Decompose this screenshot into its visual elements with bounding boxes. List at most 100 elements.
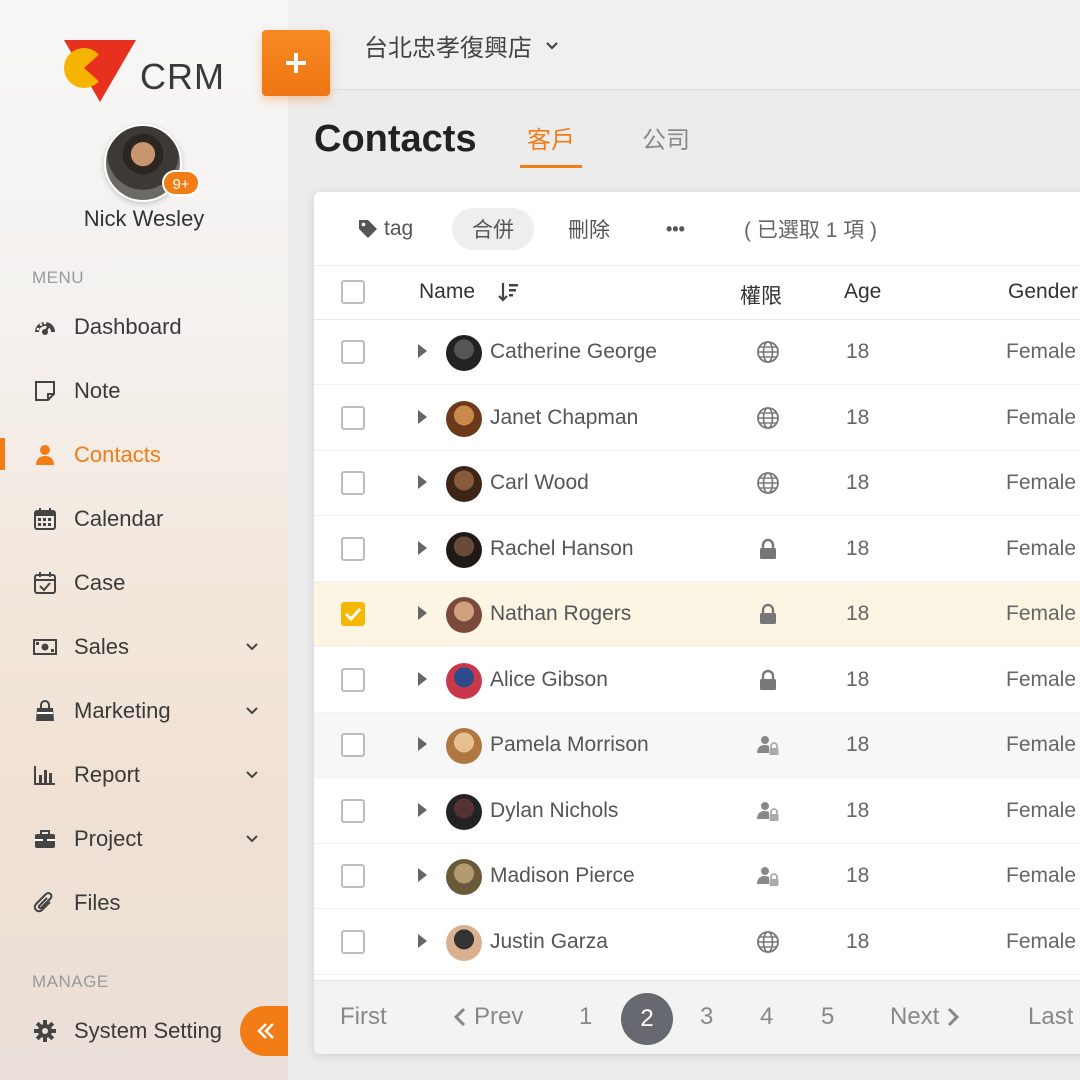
contact-name[interactable]: Catherine George [490, 340, 657, 364]
column-header-name[interactable]: Name [419, 280, 475, 304]
expand-row-icon[interactable] [418, 409, 427, 424]
merge-button[interactable]: 合併 [452, 208, 534, 250]
row-checkbox[interactable] [341, 864, 365, 888]
contact-name[interactable]: Carl Wood [490, 471, 589, 495]
tag-button[interactable]: tag [358, 208, 413, 250]
contact-name[interactable]: Nathan Rogers [490, 602, 631, 626]
contact-name[interactable]: Dylan Nichols [490, 799, 618, 823]
sidebar-item-sales[interactable]: Sales [0, 622, 288, 672]
chevron-down-icon[interactable] [244, 639, 260, 655]
sidebar-item-project[interactable]: Project [0, 814, 288, 864]
row-checkbox[interactable] [341, 471, 365, 495]
manage-section-label: MANAGE [32, 972, 109, 991]
page-3-button[interactable]: 3 [700, 1003, 713, 1031]
contact-age: 18 [846, 602, 870, 625]
delete-button[interactable]: 刪除 [568, 208, 610, 250]
row-checkbox[interactable] [341, 405, 365, 430]
sidebar-item-dashboard[interactable]: Dashboard [0, 302, 288, 352]
column-header-gender[interactable]: Gender [1008, 280, 1078, 304]
expand-row-icon[interactable] [418, 540, 427, 555]
sidebar-item-calendar[interactable]: Calendar [0, 494, 288, 544]
table-row[interactable]: Alice Gibson 18 Female [314, 648, 1080, 713]
person-icon [32, 442, 58, 468]
expand-row-icon[interactable] [418, 737, 427, 751]
sidebar-item-note[interactable]: Note [0, 366, 288, 416]
contact-name[interactable]: Rachel Hanson [490, 537, 634, 561]
contact-name[interactable]: Pamela Morrison [490, 733, 649, 757]
row-checkbox[interactable] [341, 340, 365, 364]
chevron-down-icon[interactable] [244, 831, 260, 847]
page-4-button[interactable]: 4 [760, 1003, 773, 1031]
app-logo[interactable]: CRM [62, 38, 242, 108]
table-row[interactable]: Carl Wood 18 Female [314, 451, 1080, 516]
avatar [446, 400, 482, 437]
page-2-button[interactable]: 2 [621, 993, 673, 1045]
sidebar-item-files[interactable]: Files [0, 878, 288, 928]
table-row[interactable]: Catherine George 18 Female [314, 320, 1080, 385]
table-row[interactable]: Rachel Hanson 18 Female [314, 517, 1080, 582]
sidebar-item-report[interactable]: Report [0, 750, 288, 800]
sidebar-item-marketing[interactable]: Marketing [0, 686, 288, 736]
contact-age: 18 [846, 340, 870, 363]
page-1-button[interactable]: 1 [579, 1003, 592, 1031]
table-row[interactable]: Justin Garza 18 Female [314, 910, 1080, 975]
row-checkbox[interactable] [341, 798, 365, 823]
page-prev-button[interactable]: Prev [452, 1003, 523, 1031]
table-row[interactable]: Janet Chapman 18 Female [314, 386, 1080, 451]
expand-row-icon[interactable] [418, 606, 427, 620]
pagination: First Prev 1 2 3 4 5 Next Last [314, 980, 1080, 1054]
expand-row-icon[interactable] [418, 671, 427, 686]
store-select[interactable]: 台北忠孝復興店 [364, 28, 560, 63]
chevron-down-icon[interactable] [244, 767, 260, 783]
contact-name[interactable]: Alice Gibson [490, 668, 608, 692]
table-row[interactable]: Madison Pierce 18 Female [314, 844, 1080, 909]
table-header: Name 權限 Age Gender [314, 266, 1080, 320]
row-checkbox[interactable] [341, 602, 365, 626]
page-first-button[interactable]: First [340, 1003, 387, 1031]
contact-name[interactable]: Madison Pierce [490, 864, 635, 888]
page-next-button[interactable]: Next [890, 1003, 961, 1031]
row-checkbox[interactable] [341, 667, 365, 692]
briefcase-icon [32, 826, 58, 852]
row-checkbox[interactable] [341, 536, 365, 561]
table-row[interactable]: Nathan Rogers 18 Female [314, 582, 1080, 647]
add-button[interactable] [262, 30, 330, 96]
sidebar-item-label: Note [74, 378, 121, 403]
lock-icon [756, 537, 780, 561]
paperclip-icon [32, 890, 58, 916]
table-row[interactable]: Dylan Nichols 18 Female [314, 779, 1080, 844]
column-header-age[interactable]: Age [844, 280, 881, 304]
calendar-check-icon [32, 570, 58, 596]
user-name[interactable]: Nick Wesley [0, 206, 288, 232]
sidebar-item-contacts[interactable]: Contacts [0, 430, 288, 480]
select-all-checkbox[interactable] [341, 280, 365, 304]
table-row[interactable]: Pamela Morrison 18 Female [314, 713, 1080, 778]
tag-icon [359, 220, 377, 238]
contact-name[interactable]: Justin Garza [490, 930, 608, 954]
globe-icon [756, 406, 780, 430]
plus-icon [286, 53, 306, 73]
tab-customers[interactable]: 客戶 [520, 120, 582, 168]
contact-gender: Female [1006, 602, 1077, 625]
row-checkbox[interactable] [341, 733, 365, 757]
avatar [446, 924, 482, 961]
sort-icon[interactable] [498, 281, 520, 303]
chevron-down-icon [546, 41, 558, 50]
row-checkbox[interactable] [341, 929, 365, 954]
expand-row-icon[interactable] [418, 802, 427, 817]
avatar [446, 793, 482, 830]
column-header-permission[interactable]: 權限 [740, 280, 782, 310]
expand-row-icon[interactable] [418, 475, 427, 489]
collapse-sidebar-button[interactable] [240, 1006, 288, 1056]
chevron-down-icon[interactable] [244, 703, 260, 719]
expand-row-icon[interactable] [418, 868, 427, 882]
sidebar-item-case[interactable]: Case [0, 558, 288, 608]
page-last-button[interactable]: Last [1028, 1003, 1073, 1031]
user-avatar-wrap[interactable]: 9+ [104, 124, 200, 204]
contact-name[interactable]: Janet Chapman [490, 406, 638, 430]
expand-row-icon[interactable] [418, 933, 427, 948]
expand-row-icon[interactable] [418, 344, 427, 358]
more-options-button[interactable]: ••• [666, 208, 685, 250]
tab-companies[interactable]: 公司 [642, 120, 690, 165]
page-5-button[interactable]: 5 [821, 1003, 834, 1031]
